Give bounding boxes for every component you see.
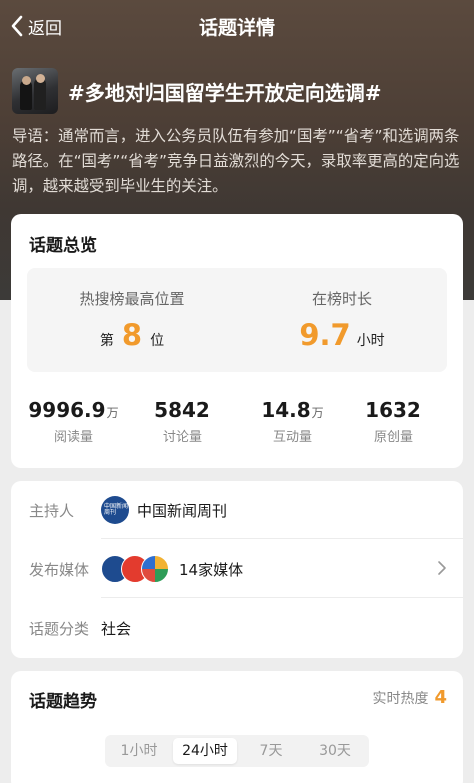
stat-interactions: 14.8万 互动量 [236,398,349,445]
category-row: 话题分类 社会 [11,599,463,657]
duration-label: 在榜时长 [311,290,372,308]
tab-7-days[interactable]: 7天 [239,738,303,764]
peak-rank: 热搜榜最高位置 第 8 位 [27,268,237,372]
stat-label: 互动量 [272,430,312,445]
stat-reads: 9996.9万 阅读量 [17,398,130,445]
topic-lead: 导语：通常而言，进入公务员队伍有参加“国考”“省考”和选调两条路径。在“国考”“… [12,127,460,195]
peak-rank-value: 8 [121,318,143,352]
trend-title: 话题趋势 [29,692,97,712]
category-value: 社会 [101,619,132,638]
navigation-bar: 返回 话题详情 [0,0,474,52]
media-logo [141,555,169,583]
host-label: 主持人 [29,502,75,520]
topic-stats: 9996.9万 阅读量 5842 讨论量 14.8万 互动量 1632 原创量 [11,398,463,454]
tab-30-days[interactable]: 30天 [303,738,367,764]
duration-value: 9.7 [299,318,351,352]
realtime-heat: 实时热度 4 [372,687,447,708]
stat-value: 1632 [365,398,421,422]
tab-1-hour[interactable]: 1小时 [107,738,171,764]
tab-24-hours[interactable]: 24小时 [173,738,237,764]
stat-label: 讨论量 [162,430,202,445]
ranking-summary: 热搜榜最高位置 第 8 位 在榜时长 9.7 小时 [27,268,447,372]
host-logo: 中国新闻周刊 [101,496,129,524]
topic-header: #多地对归国留学生开放定向选调# [12,68,462,114]
category-label: 话题分类 [29,620,90,638]
topic-overview-card: 话题总览 热搜榜最高位置 第 8 位 在榜时长 9.7 小时 9996.9万 阅… [11,214,463,468]
stat-originals: 1632 原创量 [337,398,450,445]
publishing-media-row[interactable]: 发布媒体 14家媒体 [11,540,463,598]
media-logos [101,555,169,583]
stat-label: 阅读量 [53,430,93,445]
heat-value: 4 [434,687,447,708]
heat-label: 实时热度 [372,691,429,707]
duration-on-list: 在榜时长 9.7 小时 [237,268,447,372]
topic-title: #多地对归国留学生开放定向选调# [68,80,382,105]
stat-label: 原创量 [373,430,413,445]
host-row[interactable]: 主持人 中国新闻周刊 中国新闻周刊 [11,481,463,539]
topic-thumbnail[interactable] [12,68,58,114]
stat-value: 9996.9 [28,398,106,422]
stat-value: 5842 [154,398,210,422]
stat-discussions: 5842 讨论量 [126,398,239,445]
media-count: 14家媒体 [179,560,244,579]
trend-range-tabs: 1小时 24小时 7天 30天 [105,735,369,767]
duration-unit: 小时 [356,333,385,349]
topic-info-card: 主持人 中国新闻周刊 中国新闻周刊 发布媒体 14家媒体 话题分类 社会 [11,481,463,658]
host-name: 中国新闻周刊 [137,501,228,520]
peak-rank-label: 热搜榜最高位置 [79,290,185,308]
chevron-right-icon [438,561,446,575]
topic-trend-card: 话题趋势 实时热度 4 1小时 24小时 7天 30天 [11,671,463,783]
media-label: 发布媒体 [29,561,90,579]
peak-rank-suffix: 位 [150,333,165,349]
peak-rank-prefix: 第 [99,333,114,349]
overview-title: 话题总览 [29,236,97,256]
stat-unit: 万 [106,406,119,420]
page-title: 话题详情 [198,17,275,39]
stat-value: 14.8 [261,398,311,422]
stat-unit: 万 [311,406,324,420]
